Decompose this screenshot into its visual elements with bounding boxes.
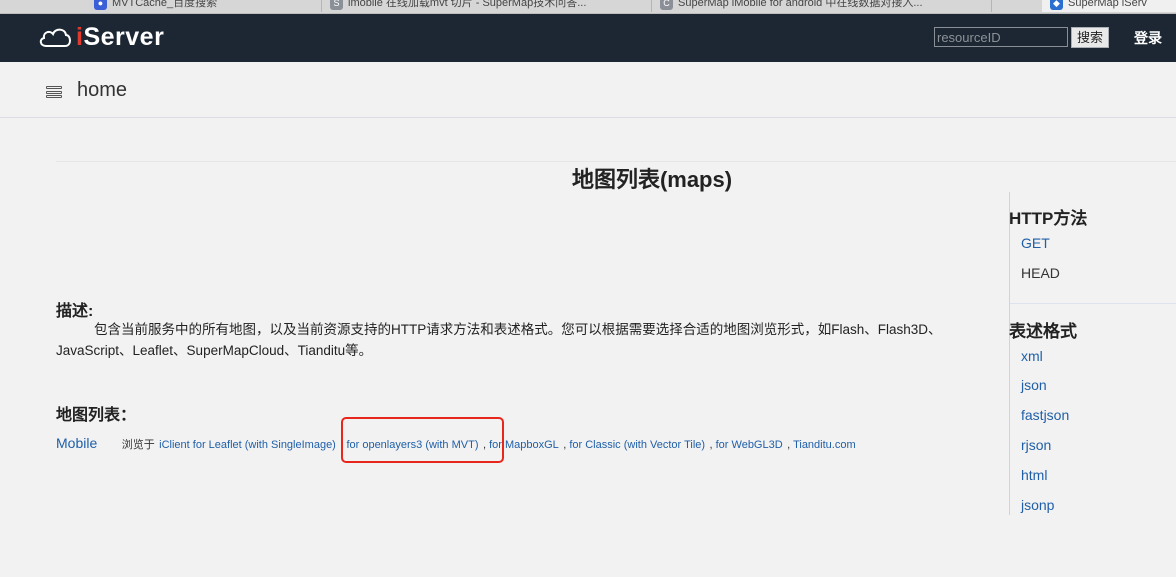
breadcrumb: home (0, 62, 1176, 118)
classic-vector-tile-link[interactable]: for Classic (with Vector Tile) (569, 439, 705, 451)
login-link[interactable]: 登录 (1134, 28, 1162, 48)
browse-label: 浏览于 (121, 439, 155, 451)
leaflet-link[interactable]: iClient for Leaflet (with SingleImage) (159, 439, 336, 451)
highlight-annotation (341, 417, 504, 463)
tab-label: MVTCache_百度搜索 (112, 0, 218, 9)
description-heading: 描述: (56, 303, 94, 320)
browser-tab[interactable]: C SuperMap iMobile for android 中在线数据对接入.… (652, 0, 992, 12)
side-panel-divider (1010, 303, 1176, 304)
description-text: 包含当前服务中的所有地图，以及当前资源支持的HTTP请求方法和表述格式。您可以根… (56, 322, 942, 358)
http-method-get[interactable]: GET (1021, 235, 1050, 251)
http-method-head: HEAD (1021, 265, 1060, 281)
iserver-logo[interactable]: iServer (38, 22, 164, 52)
supermap-favicon-icon: ◆ (1050, 0, 1063, 10)
tianditu-link[interactable]: Tianditu.com (793, 439, 856, 451)
map-list-heading: 地图列表： (56, 407, 137, 424)
c-favicon-icon: C (660, 0, 673, 10)
browser-tab[interactable]: S imobile 在线加载mvt 切片 - SuperMap技术问答... (322, 0, 652, 12)
map-name-link[interactable]: Mobile (56, 435, 97, 451)
home-link[interactable]: home (77, 79, 127, 102)
resource-id-search-input[interactable] (934, 27, 1068, 47)
cloud-icon (39, 28, 71, 47)
browser-tab-strip: ● MVTCache_百度搜索 S imobile 在线加载mvt 切片 - S… (0, 0, 1176, 14)
formats-heading: 表述格式 (1009, 322, 1077, 341)
format-rjson-link[interactable]: rjson (1021, 437, 1051, 453)
top-header: iServer 搜索 登录 (0, 14, 1176, 62)
tab-label: SuperMap iMobile for android 中在线数据对接入... (678, 0, 923, 9)
search-button[interactable]: 搜索 (1071, 27, 1109, 48)
logo-text: iServer (76, 22, 165, 51)
format-jsonp-link[interactable]: jsonp (1021, 497, 1054, 513)
format-fastjson-link[interactable]: fastjson (1021, 407, 1069, 423)
format-html-link[interactable]: html (1021, 467, 1047, 483)
side-panel-border (1009, 192, 1010, 515)
baidu-favicon-icon: ● (94, 0, 107, 10)
s-favicon-icon: S (330, 0, 343, 10)
http-methods-heading: HTTP方法 (1009, 209, 1088, 228)
format-json-link[interactable]: json (1021, 377, 1047, 393)
menu-icon[interactable] (46, 86, 62, 98)
browser-tab-active[interactable]: ◆ SuperMap iServ (1042, 0, 1176, 12)
format-xml-link[interactable]: xml (1021, 348, 1043, 364)
webgl3d-link[interactable]: for WebGL3D (716, 439, 783, 451)
tab-label: SuperMap iServ (1068, 0, 1147, 9)
page-title: 地图列表(maps) (571, 167, 733, 192)
browser-tab[interactable]: ● MVTCache_百度搜索 (86, 0, 322, 12)
tab-label: imobile 在线加载mvt 切片 - SuperMap技术问答... (348, 0, 587, 9)
